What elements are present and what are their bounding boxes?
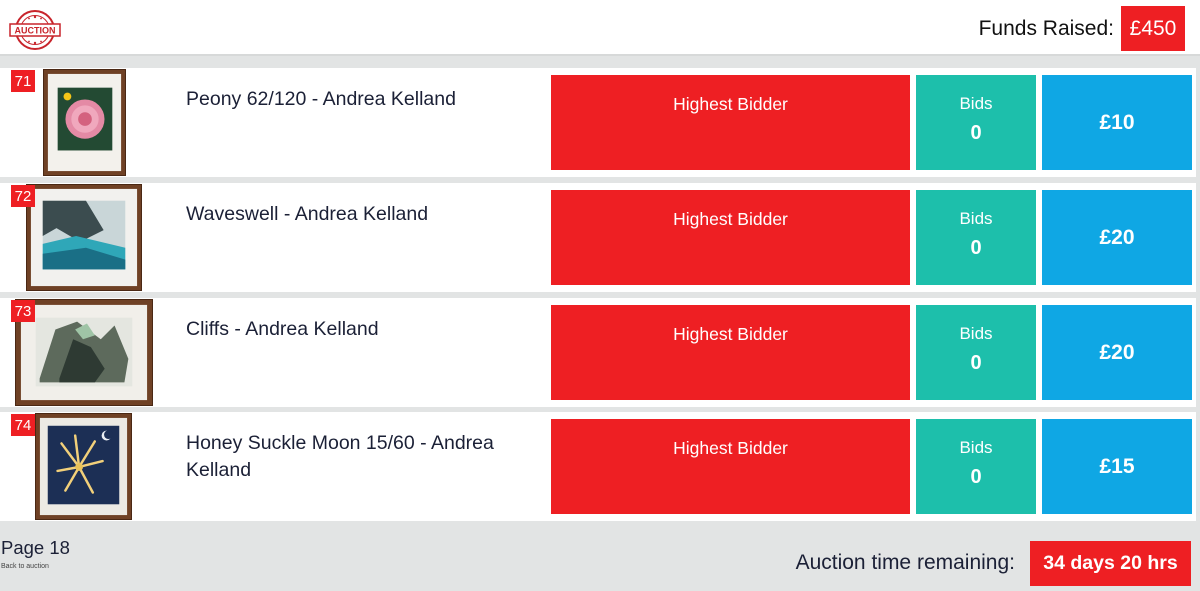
- bids-panel: Bids 0: [916, 75, 1036, 170]
- highest-bidder-button[interactable]: Highest Bidder: [551, 305, 910, 400]
- bids-label: Bids: [959, 209, 993, 228]
- highest-bidder-button[interactable]: Highest Bidder: [551, 190, 910, 285]
- artwork-thumbnail[interactable]: [43, 69, 126, 176]
- bids-count: 0: [970, 237, 982, 259]
- current-price-button[interactable]: £10: [1042, 75, 1192, 170]
- lot-title[interactable]: Honey Suckle Moon 15/60 - Andrea Kelland: [186, 430, 536, 484]
- lot-number-badge: 74: [11, 414, 35, 436]
- page-number-label: Page 18: [1, 537, 70, 558]
- time-remaining-value: 34 days 20 hrs: [1030, 541, 1191, 586]
- lot-row: 73 Cliffs - Andrea Kelland Highest Bidde…: [0, 298, 1196, 407]
- bids-label: Bids: [959, 94, 993, 113]
- highest-bidder-button[interactable]: Highest Bidder: [551, 419, 910, 514]
- artwork-thumbnail[interactable]: [35, 413, 132, 520]
- svg-text:AUCTION: AUCTION: [15, 26, 56, 36]
- bids-panel: Bids 0: [916, 305, 1036, 400]
- highest-bidder-button[interactable]: Highest Bidder: [551, 75, 910, 170]
- auction-stamp-logo[interactable]: AUCTION: [9, 9, 61, 51]
- lot-row: 71 Peony 62/120 - Andrea Kelland Highest…: [0, 68, 1196, 177]
- lot-number-badge: 72: [11, 185, 35, 207]
- lot-row: 74 Honey Suckle Moon 15/60 - Andrea Kell…: [0, 412, 1196, 521]
- current-price-button[interactable]: £20: [1042, 305, 1192, 400]
- current-price-button[interactable]: £15: [1042, 419, 1192, 514]
- lot-title[interactable]: Cliffs - Andrea Kelland: [186, 316, 536, 343]
- bids-panel: Bids 0: [916, 190, 1036, 285]
- bids-count: 0: [970, 352, 982, 374]
- bids-panel: Bids 0: [916, 419, 1036, 514]
- funds-raised-label: Funds Raised:: [978, 17, 1114, 40]
- current-price-button[interactable]: £20: [1042, 190, 1192, 285]
- lot-title[interactable]: Waveswell - Andrea Kelland: [186, 201, 536, 228]
- artwork-thumbnail[interactable]: [26, 184, 142, 291]
- time-remaining-label: Auction time remaining:: [795, 551, 1015, 574]
- funds-raised-value: £450: [1121, 6, 1185, 51]
- bids-count: 0: [970, 122, 982, 144]
- header-bar: AUCTION Funds Raised: £450: [0, 0, 1200, 56]
- lot-row: 72 Waveswell - Andrea Kelland Highest Bi…: [0, 183, 1196, 292]
- lot-number-badge: 73: [11, 300, 35, 322]
- back-to-auction-link[interactable]: Back to auction: [1, 563, 49, 570]
- bids-label: Bids: [959, 438, 993, 457]
- bids-label: Bids: [959, 324, 993, 343]
- artwork-thumbnail[interactable]: [15, 299, 153, 406]
- lot-number-badge: 71: [11, 70, 35, 92]
- bids-count: 0: [970, 466, 982, 488]
- lot-title[interactable]: Peony 62/120 - Andrea Kelland: [186, 86, 536, 113]
